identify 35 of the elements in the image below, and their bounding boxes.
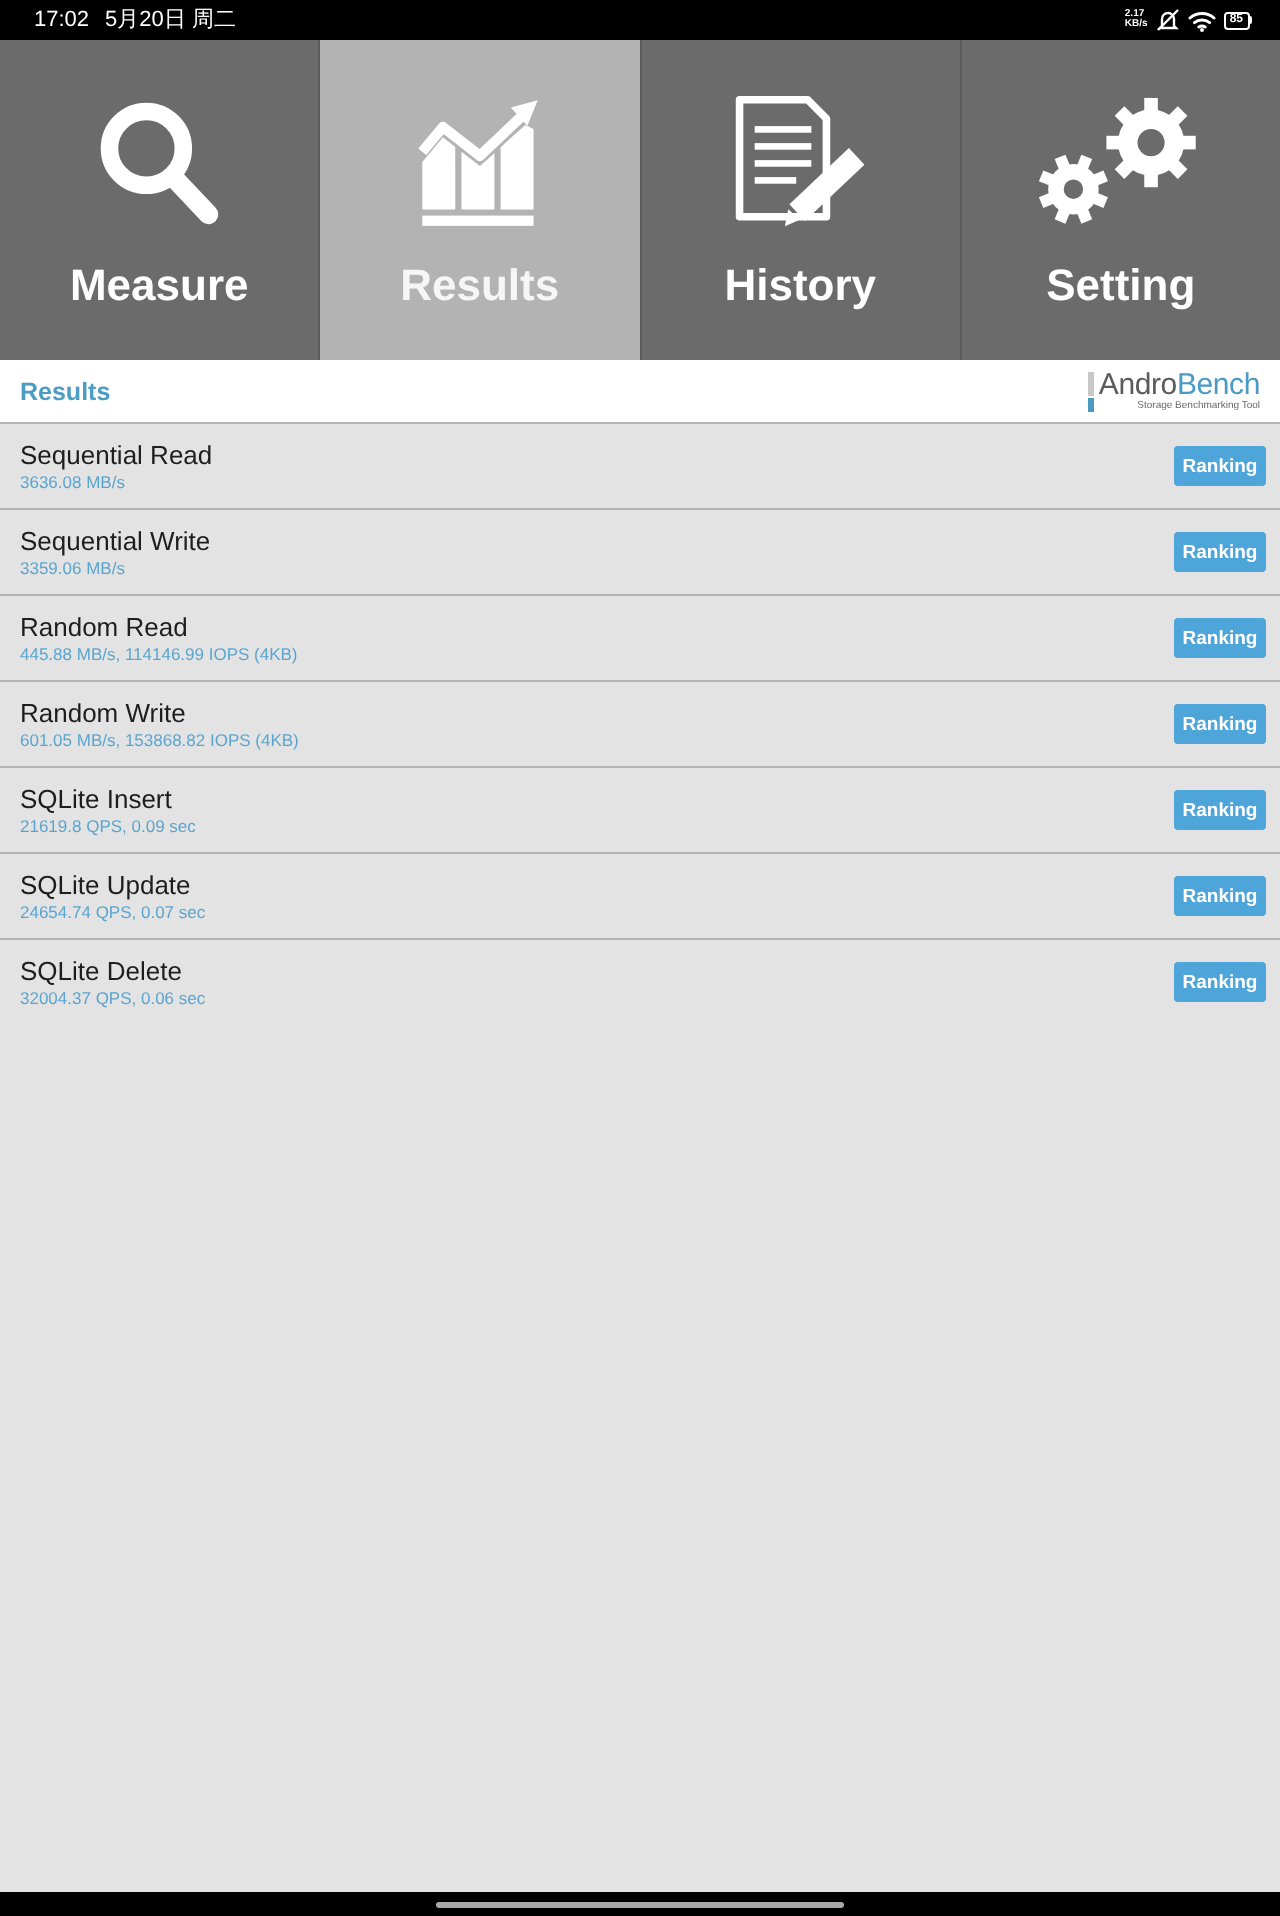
ranking-button[interactable]: Ranking	[1174, 962, 1266, 1002]
tab[interactable]: Setting	[961, 40, 1280, 360]
date: 5月20日 周二	[105, 8, 236, 32]
ranking-button[interactable]: Ranking	[1174, 790, 1266, 830]
document-pencil-icon	[732, 92, 869, 232]
test-name: Random Write	[20, 698, 186, 730]
logo-bar-icon	[1088, 371, 1095, 411]
home-indicator[interactable]	[436, 1902, 844, 1908]
tab[interactable]: Results	[320, 40, 639, 360]
clock: 17:02	[34, 8, 90, 32]
test-result: 601.05 MB/s, 153868.82 IOPS (4KB)	[20, 730, 299, 752]
section-title: Results	[20, 377, 111, 405]
test-result: 445.88 MB/s, 114146.99 IOPS (4KB)	[20, 644, 298, 666]
logo-wordmark: AndroBench	[1098, 370, 1260, 400]
test-result: 3359.06 MB/s	[20, 558, 125, 580]
test-result: 32004.37 QPS, 0.06 sec	[20, 988, 206, 1010]
test-result: 3636.08 MB/s	[20, 472, 125, 494]
wifi-icon	[1187, 9, 1216, 31]
test-name: Sequential Read	[20, 440, 213, 472]
ranking-button[interactable]: Ranking	[1174, 446, 1266, 486]
ranking-button[interactable]: Ranking	[1174, 532, 1266, 572]
rising-chart-icon	[417, 94, 542, 230]
tab[interactable]: History	[641, 40, 960, 360]
slashed-bell-icon	[1155, 8, 1180, 32]
test-name: SQLite Insert	[20, 784, 172, 816]
ranking-button[interactable]: Ranking	[1174, 704, 1266, 744]
test-name: Sequential Write	[20, 526, 211, 558]
test-name: Random Read	[20, 612, 188, 644]
test-name: SQLite Delete	[20, 956, 182, 988]
test-result: 21619.8 QPS, 0.09 sec	[20, 816, 196, 838]
tab[interactable]: Measure	[0, 40, 319, 360]
ranking-button[interactable]: Ranking	[1174, 618, 1266, 658]
test-name: SQLite Update	[20, 870, 191, 902]
ranking-button[interactable]: Ranking	[1174, 876, 1266, 916]
test-result: 24654.74 QPS, 0.07 sec	[20, 902, 206, 924]
